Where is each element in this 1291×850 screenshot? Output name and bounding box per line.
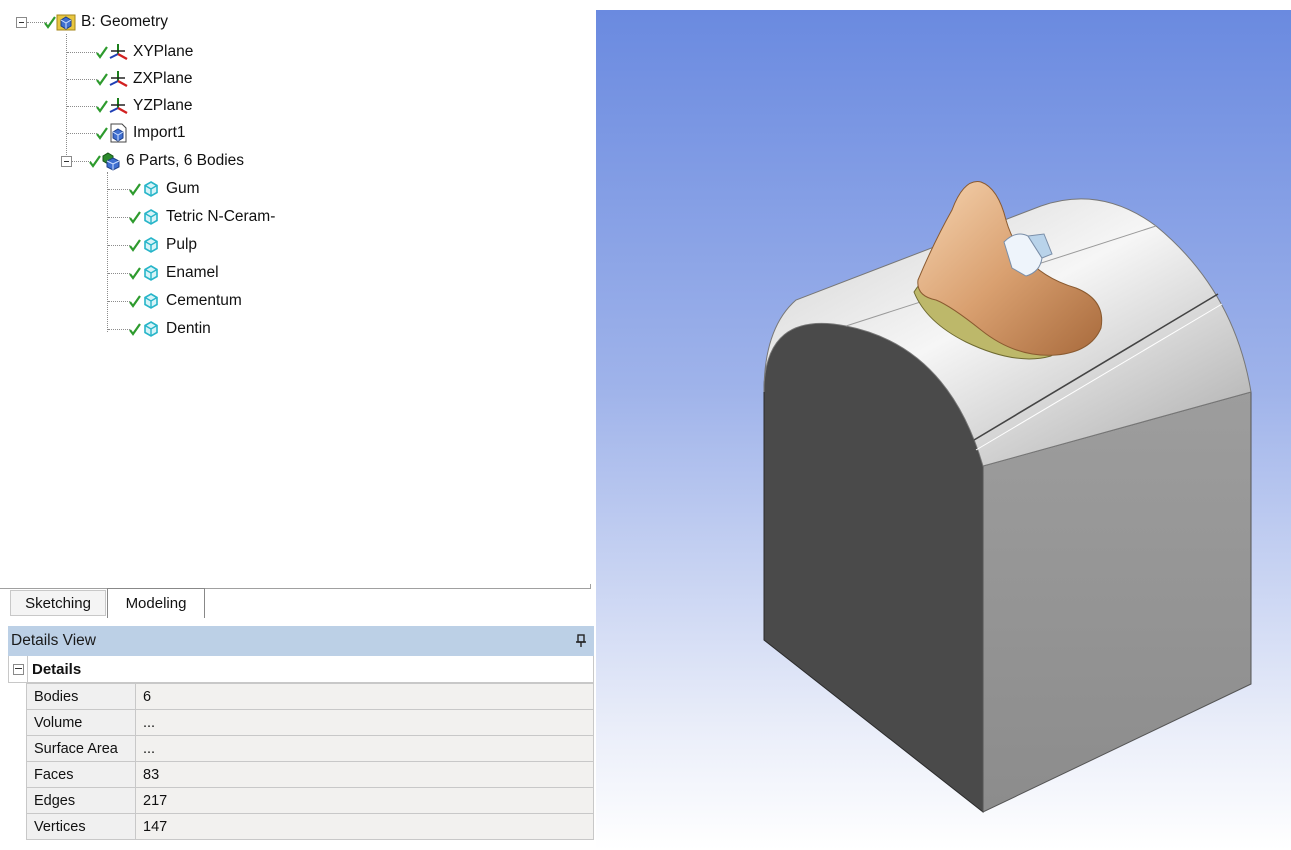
tree-node-label: B: Geometry: [81, 13, 168, 30]
details-value: 83: [135, 761, 594, 788]
check-icon: [129, 267, 141, 280]
details-row[interactable]: Edges 217: [26, 787, 594, 814]
details-row[interactable]: Surface Area ...: [26, 735, 594, 762]
tree-node-label: Tetric N-Ceram-: [166, 208, 276, 225]
details-view-title: Details View: [11, 632, 97, 649]
graphics-viewport[interactable]: [596, 10, 1291, 850]
plane-axes-icon: [109, 98, 128, 115]
details-value: 147: [135, 813, 594, 840]
details-key: Volume: [26, 709, 136, 736]
details-key: Surface Area: [26, 735, 136, 762]
body-icon: [144, 293, 158, 309]
tree-node-body-tetric[interactable]: Tetric N-Ceram-: [129, 205, 275, 229]
check-icon: [129, 295, 141, 308]
tree-node-body-gum[interactable]: Gum: [129, 177, 200, 201]
tooth-model-render: [763, 181, 1252, 814]
check-icon: [129, 183, 141, 196]
plane-axes-icon: [109, 71, 128, 88]
collapse-toggle-details[interactable]: [9, 663, 27, 675]
details-key: Edges: [26, 787, 136, 814]
details-key: Bodies: [26, 683, 136, 710]
check-icon: [96, 100, 108, 113]
collapse-toggle-parts[interactable]: [61, 156, 72, 167]
tree-connector: [67, 133, 97, 134]
details-value: ...: [135, 709, 594, 736]
tree-connector: [108, 189, 130, 190]
tree-node-xyplane[interactable]: XYPlane: [96, 40, 193, 64]
tree-node-label: Import1: [133, 124, 186, 141]
tree-node-zxplane[interactable]: ZXPlane: [96, 67, 192, 91]
parts-icon: [102, 152, 120, 171]
divider: [0, 584, 591, 589]
tree-node-label: Gum: [166, 180, 200, 197]
check-icon: [96, 73, 108, 86]
details-section-header[interactable]: Details: [8, 656, 594, 683]
details-view-panel: Details View Details Bodies 6 Volume ...…: [8, 626, 594, 850]
check-icon: [129, 211, 141, 224]
body-icon: [144, 321, 158, 337]
tree-connector: [67, 52, 97, 53]
tree-node-label: YZPlane: [133, 97, 193, 114]
tree-node-body-dentin[interactable]: Dentin: [129, 317, 211, 341]
tree-node-label: 6 Parts, 6 Bodies: [126, 152, 245, 169]
collapse-toggle-root[interactable]: [16, 17, 27, 28]
details-value: ...: [135, 735, 594, 762]
details-row[interactable]: Faces 83: [26, 761, 594, 788]
details-value: 217: [135, 787, 594, 814]
details-row[interactable]: Vertices 147: [26, 813, 594, 840]
tree-node-geometry[interactable]: B: Geometry: [44, 10, 168, 34]
body-icon: [144, 237, 158, 253]
tree-node-import1[interactable]: Import1: [96, 121, 186, 145]
details-key: Faces: [26, 761, 136, 788]
body-icon: [144, 209, 158, 225]
details-key: Vertices: [26, 813, 136, 840]
check-icon: [89, 155, 101, 168]
tree-connector: [108, 329, 130, 330]
check-icon: [129, 239, 141, 252]
tree-connector: [66, 34, 67, 161]
pin-icon[interactable]: [576, 634, 586, 648]
check-icon: [44, 16, 56, 29]
tree-node-body-cementum[interactable]: Cementum: [129, 289, 242, 313]
tree-connector: [108, 273, 130, 274]
tree-connector: [108, 245, 130, 246]
body-icon: [144, 181, 158, 197]
details-row[interactable]: Bodies 6: [26, 683, 594, 710]
tree-node-body-pulp[interactable]: Pulp: [129, 233, 197, 257]
import-icon: [110, 123, 127, 143]
check-icon: [96, 127, 108, 140]
tree-node-label: Cementum: [166, 292, 242, 309]
tree-connector: [67, 79, 97, 80]
outline-tree: B: Geometry XYPlane ZXPlane YZPlane Impo…: [0, 0, 596, 584]
tree-connector: [67, 106, 97, 107]
tab-modeling[interactable]: Modeling: [107, 588, 205, 618]
tree-node-label: XYPlane: [133, 43, 194, 60]
body-icon: [144, 265, 158, 281]
tree-connector: [108, 217, 130, 218]
details-table: Bodies 6 Volume ... Surface Area ... Fac…: [26, 683, 594, 840]
details-value: 6: [135, 683, 594, 710]
details-section-title: Details: [27, 656, 81, 682]
tree-node-parts-bodies[interactable]: 6 Parts, 6 Bodies: [89, 149, 244, 173]
tree-node-yzplane[interactable]: YZPlane: [96, 94, 192, 118]
tree-connector: [107, 172, 108, 332]
geometry-icon: [56, 14, 76, 31]
tab-sketching[interactable]: Sketching: [10, 590, 106, 616]
tree-node-label: Enamel: [166, 264, 219, 281]
tree-node-label: ZXPlane: [133, 70, 193, 87]
check-icon: [129, 323, 141, 336]
tab-strip: Sketching Modeling: [0, 584, 596, 624]
check-icon: [96, 46, 108, 59]
tree-node-label: Dentin: [166, 320, 211, 337]
plane-axes-icon: [109, 44, 128, 61]
tree-node-body-enamel[interactable]: Enamel: [129, 261, 219, 285]
details-row[interactable]: Volume ...: [26, 709, 594, 736]
tree-node-label: Pulp: [166, 236, 198, 253]
tree-connector: [108, 301, 130, 302]
details-view-header: Details View: [8, 626, 594, 656]
